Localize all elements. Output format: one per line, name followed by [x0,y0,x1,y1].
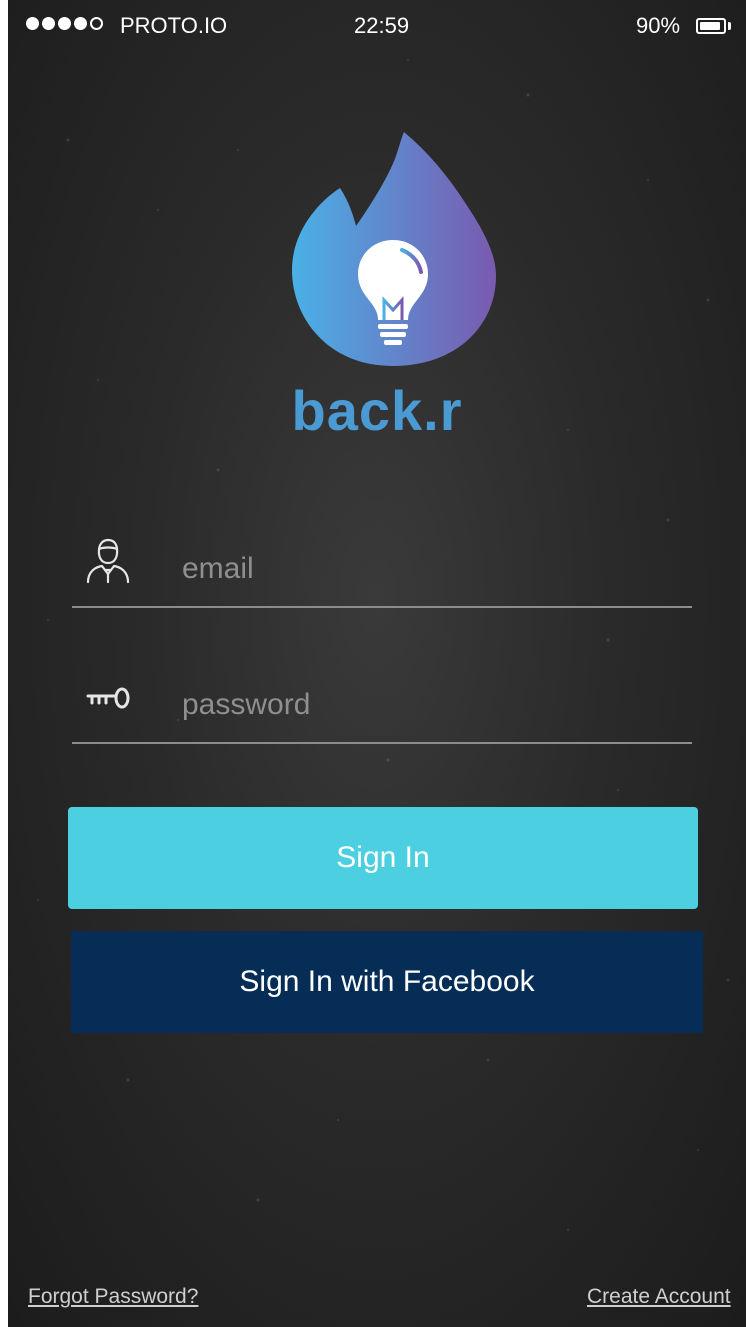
brand-name: back.r [291,379,463,442]
carrier-name: PROTO.IO [120,13,228,38]
password-input[interactable] [182,680,682,730]
user-icon [86,538,130,584]
email-input[interactable] [182,544,682,594]
flame-lightbulb-icon [292,132,496,366]
signal-dot [74,17,87,30]
email-field-row [72,530,692,608]
status-time: 22:59 [354,13,410,38]
forgot-password-link[interactable]: Forgot Password? [28,1285,198,1309]
signal-dot [58,17,71,30]
signal-strength-icon [26,17,103,30]
password-field-row [72,666,692,744]
battery-tip [728,22,731,30]
facebook-sign-in-button[interactable]: Sign In with Facebook [71,931,703,1033]
signal-dot [42,17,55,30]
battery-percentage: 90% [636,13,681,38]
login-screen: PROTO.IO 22:59 90% back.r email Sign In … [8,0,746,1327]
sign-in-button[interactable]: Sign In [68,807,698,909]
signal-dot [26,17,39,30]
status-bar: PROTO.IO 22:59 90% [8,0,746,52]
signal-dot-empty [90,17,103,30]
key-icon [86,687,130,709]
create-account-link[interactable]: Create Account [587,1285,731,1309]
battery-fill [700,22,720,30]
battery-icon [696,18,726,34]
